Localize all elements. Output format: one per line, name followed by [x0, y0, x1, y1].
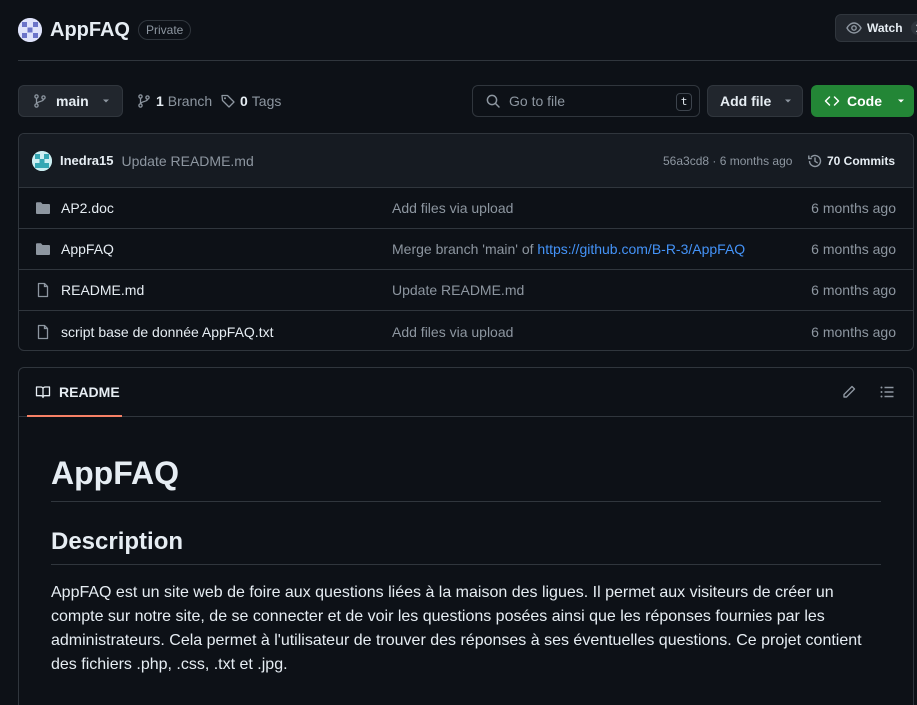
commit-link[interactable]: https://github.com/B-R-3/AppFAQ	[537, 241, 745, 257]
folder-icon	[35, 200, 51, 216]
file-commit-message[interactable]: Add files via upload	[392, 324, 513, 340]
readme-tab-label: README	[59, 383, 120, 400]
commit-author-avatar[interactable]	[32, 150, 52, 171]
file-date: 6 months ago	[811, 241, 896, 257]
file-row[interactable]: script base de donnée AppFAQ.txt Add file…	[19, 311, 913, 350]
commit-author[interactable]: Inedra15	[60, 153, 113, 168]
add-file-button[interactable]: Add file	[707, 85, 803, 117]
file-name[interactable]: AP2.doc	[61, 200, 114, 216]
readme-content: AppFAQ Description AppFAQ est un site we…	[19, 453, 913, 677]
tag-count: 0	[240, 93, 248, 109]
owner-avatar[interactable]	[18, 18, 42, 42]
branch-name: main	[56, 93, 89, 109]
file-commit-text: Add files via upload	[392, 323, 514, 340]
file-commit-message[interactable]: Merge branch 'main' of https://github.co…	[392, 241, 745, 257]
commits-history-link[interactable]: 70 Commits	[807, 153, 895, 169]
header-divider	[18, 60, 917, 61]
tags-link[interactable]: 0 Tags	[220, 85, 281, 117]
readme-header: README	[19, 368, 913, 417]
branches-link[interactable]: 1 Branch	[136, 85, 212, 117]
file-commit-message[interactable]: Update README.md	[392, 282, 524, 298]
code-icon	[824, 93, 840, 109]
git-branch-icon	[136, 93, 152, 109]
chevron-down-icon	[101, 96, 111, 106]
watch-count: 1	[910, 21, 917, 35]
readme-description: AppFAQ est un site web de foire aux ques…	[51, 584, 862, 673]
branch-label: Branch	[167, 93, 213, 109]
file-commit-text: Update README.md	[392, 282, 525, 298]
file-date: 6 months ago	[811, 282, 896, 298]
tab-readme[interactable]: README	[27, 368, 122, 417]
search-icon	[485, 93, 501, 109]
commit-hash-and-time[interactable]: 56a3cd8 · 6 months ago	[663, 154, 792, 168]
book-icon	[35, 384, 51, 400]
file-browser: Inedra15 Update README.md 56a3cd8 · 6 mo…	[18, 133, 914, 351]
tag-label: Tags	[251, 93, 282, 109]
code-label: Code	[847, 93, 882, 109]
git-branch-icon	[32, 93, 48, 109]
file-row[interactable]: AP2.doc Add files via upload 6 months ago	[19, 188, 913, 229]
readme-section-heading: Description	[51, 526, 881, 565]
watch-label: Watch	[867, 21, 903, 35]
file-name[interactable]: README.md	[61, 282, 144, 298]
file-name[interactable]: AppFAQ	[61, 241, 114, 257]
file-icon	[35, 324, 51, 340]
file-commit-message[interactable]: Add files via upload	[392, 200, 513, 216]
file-row[interactable]: AppFAQ Merge branch 'main' of https://git…	[19, 229, 913, 270]
repo-header: AppFAQ Private Watch 1	[18, 14, 917, 46]
file-name[interactable]: script base de donnée AppFAQ.txt	[61, 324, 273, 340]
go-to-file-placeholder: Go to file	[509, 93, 566, 109]
add-file-label: Add file	[720, 93, 772, 109]
commit-message[interactable]: Update README.md	[121, 153, 253, 169]
repo-name[interactable]: AppFAQ	[50, 19, 130, 42]
outline-list-icon[interactable]	[879, 384, 895, 400]
readme-panel: README AppFAQ Description AppFAQ est un …	[18, 367, 914, 705]
chevron-down-icon	[896, 96, 906, 106]
file-row[interactable]: README.md Update README.md 6 months ago	[19, 270, 913, 311]
tag-icon	[220, 93, 236, 109]
history-icon	[807, 153, 823, 169]
folder-icon	[35, 241, 51, 257]
branch-count: 1	[156, 93, 164, 109]
branch-selector[interactable]: main	[18, 85, 123, 117]
go-to-file-input[interactable]: Go to file t	[472, 85, 700, 117]
file-icon	[35, 282, 51, 298]
visibility-badge: Private	[138, 20, 192, 40]
keyboard-shortcut-hint: t	[676, 93, 692, 111]
file-date: 6 months ago	[811, 323, 896, 340]
watch-button[interactable]: Watch 1	[835, 14, 917, 42]
file-date: 6 months ago	[811, 200, 896, 216]
readme-title: AppFAQ	[51, 453, 881, 502]
chevron-down-icon	[783, 96, 793, 106]
file-commit-text: Add files via upload	[392, 200, 514, 216]
file-commit-text: Merge branch 'main' of	[392, 241, 538, 257]
eye-icon	[846, 20, 862, 36]
pencil-icon[interactable]	[841, 384, 857, 400]
latest-commit-bar: Inedra15 Update README.md 56a3cd8 · 6 mo…	[19, 134, 913, 188]
commits-count: 70 Commits	[827, 153, 896, 168]
code-button[interactable]: Code	[811, 85, 914, 117]
